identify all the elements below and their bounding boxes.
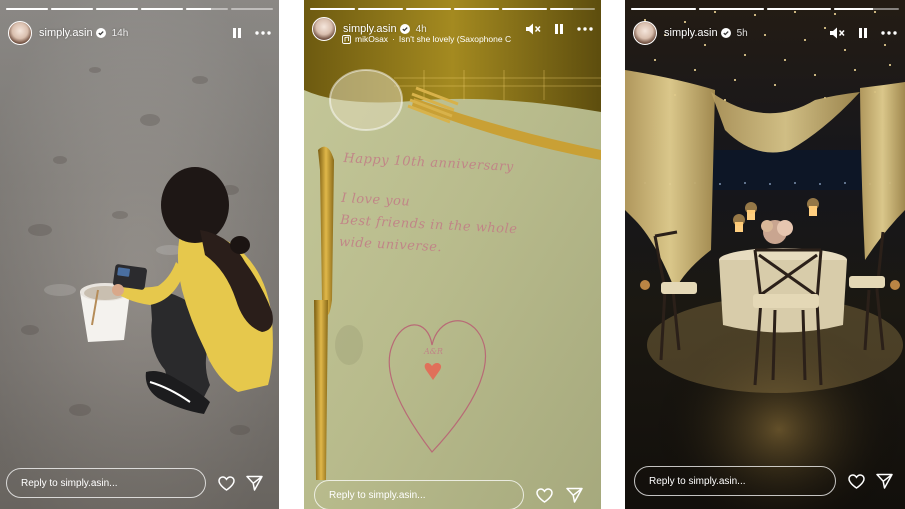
post-time: 4h: [415, 23, 427, 35]
verified-badge-icon: [720, 28, 731, 38]
progress-segment: [406, 8, 451, 10]
send-icon[interactable]: [874, 471, 894, 491]
reply-input[interactable]: Reply to simply.asin...: [6, 468, 206, 498]
music-attribution[interactable]: mikOsax · Isn't she lovely (Saxophone C: [342, 34, 511, 44]
pause-icon[interactable]: [551, 21, 567, 37]
post-time: 14h: [111, 27, 129, 39]
progress-segment: [186, 8, 228, 10]
progress-segment: [96, 8, 138, 10]
post-time: 5h: [736, 27, 748, 39]
music-artist: mikOsax: [355, 34, 389, 44]
progress-segment: [550, 8, 595, 10]
progress-segment: [454, 8, 499, 10]
reply-input[interactable]: Reply to simply.asin...: [634, 466, 836, 496]
heart-icon[interactable]: [534, 485, 554, 505]
story-progress-bar: [6, 8, 273, 10]
story-photo-beach: [0, 0, 279, 509]
handwritten-note: Happy 10th anniversary I love you Best f…: [338, 148, 521, 263]
heart-label: A&R: [424, 347, 443, 356]
more-dots-icon[interactable]: [577, 21, 593, 37]
reply-input[interactable]: Reply to simply.asin...: [314, 480, 524, 509]
verified-badge-icon: [399, 24, 410, 34]
progress-segment: [310, 8, 355, 10]
progress-segment: [502, 8, 547, 10]
more-dots-icon[interactable]: [255, 25, 271, 41]
avatar[interactable]: [8, 21, 32, 45]
progress-segment: [6, 8, 48, 10]
progress-segment: [231, 8, 273, 10]
story-footer: Reply to simply.asin...: [625, 466, 905, 496]
username[interactable]: simply.asin: [664, 27, 718, 39]
story-footer: Reply to simply.asin...: [0, 468, 279, 498]
progress-segment: [141, 8, 183, 10]
send-icon[interactable]: [244, 473, 264, 493]
more-dots-icon[interactable]: [881, 25, 897, 41]
progress-segment: [631, 8, 696, 10]
avatar[interactable]: [633, 21, 657, 45]
music-track: Isn't she lovely (Saxophone C: [398, 34, 512, 44]
story-photo-dinner: [625, 0, 905, 509]
verified-badge-icon: [95, 28, 106, 38]
story-progress-bar: [310, 8, 595, 10]
speaker-muted-icon[interactable]: [829, 25, 845, 41]
story-footer: Reply to simply.asin...: [304, 480, 601, 509]
heart-icon[interactable]: [216, 473, 236, 493]
heart-icon[interactable]: [846, 471, 866, 491]
progress-segment: [766, 8, 832, 10]
pause-icon[interactable]: [229, 25, 245, 41]
music-note-icon: [342, 34, 351, 44]
story-panel-note[interactable]: simply.asin 4h mikOsax · Isn't she lovel…: [304, 0, 601, 509]
username[interactable]: simply.asin: [39, 27, 93, 39]
pause-icon[interactable]: [855, 25, 871, 41]
send-icon[interactable]: [564, 485, 584, 505]
progress-segment: [51, 8, 93, 10]
story-progress-bar: [631, 8, 899, 10]
story-header: simply.asin 5h: [625, 18, 905, 48]
progress-segment: [358, 8, 403, 10]
progress-segment: [698, 8, 764, 10]
music-separator: ·: [392, 34, 395, 44]
speaker-muted-icon[interactable]: [525, 21, 541, 37]
progress-segment: [834, 8, 899, 10]
story-header: simply.asin 14h: [0, 18, 279, 48]
story-panel-dinner[interactable]: simply.asin 5h Reply to simply.asin...: [625, 0, 905, 509]
story-panel-beach[interactable]: simply.asin 14h Reply to simply.asin...: [0, 0, 279, 509]
avatar[interactable]: [312, 17, 336, 41]
